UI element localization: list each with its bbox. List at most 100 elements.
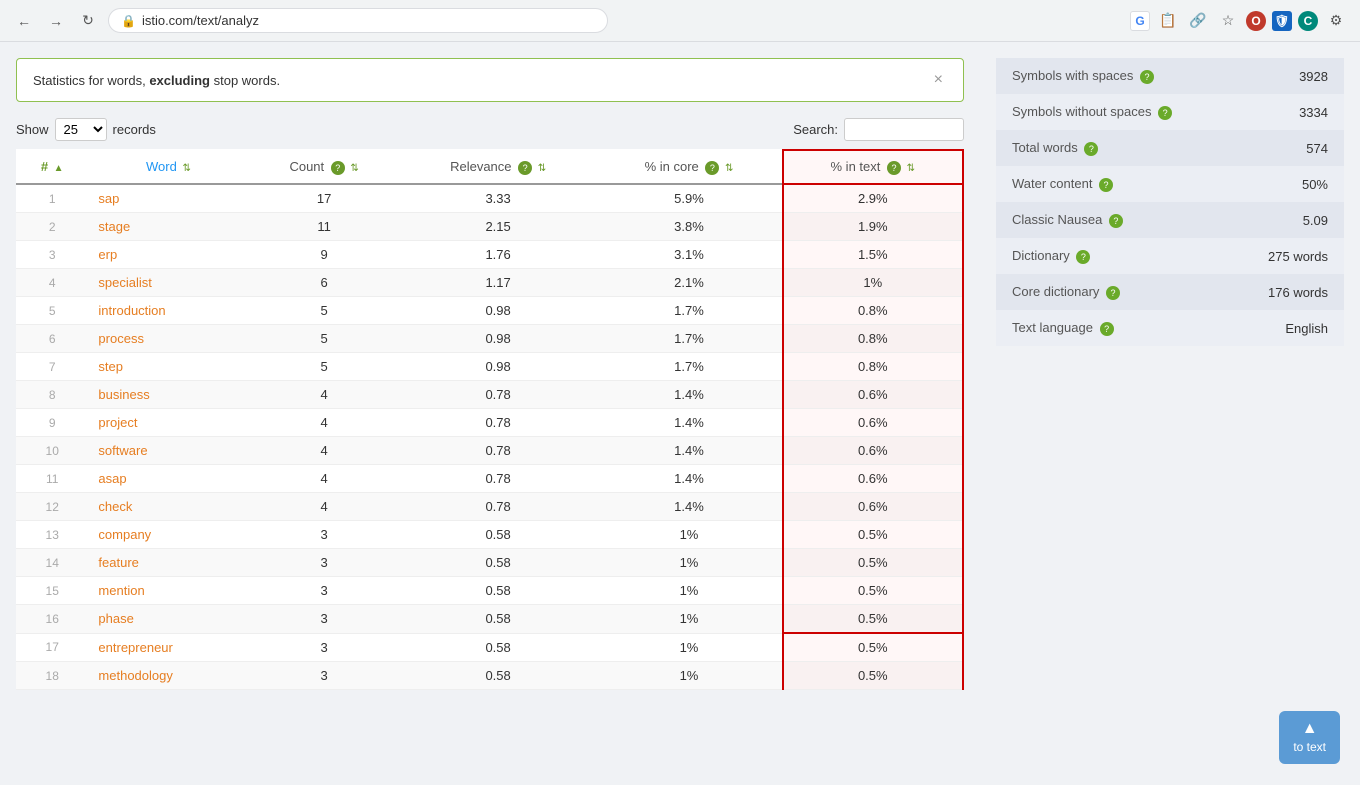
- word-cell[interactable]: methodology: [88, 662, 248, 690]
- data-cell: 10: [16, 437, 88, 465]
- col-header-num[interactable]: # ▲: [16, 150, 88, 184]
- data-cell: 0.6%: [783, 493, 963, 521]
- data-cell: 0.5%: [783, 521, 963, 549]
- data-cell: 3.33: [400, 184, 597, 213]
- forward-button[interactable]: →: [44, 9, 68, 33]
- stats-value: 275 words: [1231, 238, 1344, 274]
- back-button[interactable]: ←: [12, 9, 36, 33]
- stats-value: 50%: [1231, 166, 1344, 202]
- data-cell: 3: [248, 633, 399, 662]
- word-cell[interactable]: specialist: [88, 269, 248, 297]
- data-cell: 5: [248, 325, 399, 353]
- scroll-label: to text: [1293, 740, 1326, 754]
- search-label: Search:: [793, 122, 838, 137]
- stats-label: Water content ?: [996, 166, 1231, 202]
- data-cell: 4: [248, 409, 399, 437]
- address-bar[interactable]: 🔒 istio.com/text/analyz: [108, 8, 608, 33]
- table-row: 18methodology30.581%0.5%: [16, 662, 963, 690]
- data-cell: 5: [248, 353, 399, 381]
- data-cell: 5.9%: [596, 184, 782, 213]
- opera-ext-icon[interactable]: O: [1246, 11, 1266, 31]
- table-row: 1sap173.335.9%2.9%: [16, 184, 963, 213]
- data-cell: 0.78: [400, 465, 597, 493]
- extensions-icon[interactable]: ⚙: [1324, 9, 1348, 33]
- share-icon[interactable]: 🔗: [1186, 9, 1210, 33]
- word-cell[interactable]: company: [88, 521, 248, 549]
- relevance-help-icon[interactable]: ?: [518, 161, 532, 175]
- stats-row: Core dictionary ?176 words: [996, 274, 1344, 310]
- data-cell: 4: [248, 437, 399, 465]
- google-ext-icon[interactable]: G: [1130, 11, 1150, 31]
- table-body: 1sap173.335.9%2.9%2stage112.153.8%1.9%3e…: [16, 184, 963, 690]
- notice-close-button[interactable]: ×: [930, 71, 947, 89]
- word-cell[interactable]: sap: [88, 184, 248, 213]
- data-cell: 1%: [596, 577, 782, 605]
- c-ext-icon[interactable]: C: [1298, 11, 1318, 31]
- data-cell: 8: [16, 381, 88, 409]
- records-select[interactable]: 25 10 50 100: [55, 118, 107, 141]
- col-header-count[interactable]: Count ? ⇅: [248, 150, 399, 184]
- data-cell: 0.58: [400, 633, 597, 662]
- word-cell[interactable]: step: [88, 353, 248, 381]
- table-controls: Show 25 10 50 100 records Search:: [16, 118, 964, 141]
- table-row: 10software40.781.4%0.6%: [16, 437, 963, 465]
- browser-chrome: ← → ↻ 🔒 istio.com/text/analyz G 📋 🔗 ☆ O …: [0, 0, 1360, 42]
- scroll-arrow-icon: ▲: [1302, 721, 1318, 737]
- col-header-word[interactable]: Word ⇅: [88, 150, 248, 184]
- data-cell: 0.58: [400, 577, 597, 605]
- data-cell: 15: [16, 577, 88, 605]
- reload-button[interactable]: ↻: [76, 9, 100, 33]
- data-cell: 0.58: [400, 549, 597, 577]
- data-cell: 3.8%: [596, 213, 782, 241]
- data-cell: 0.8%: [783, 297, 963, 325]
- data-cell: 1.7%: [596, 325, 782, 353]
- table-row: 16phase30.581%0.5%: [16, 605, 963, 634]
- word-cell[interactable]: asap: [88, 465, 248, 493]
- notice-text: Statistics for words, excluding stop wor…: [33, 73, 280, 88]
- word-cell[interactable]: process: [88, 325, 248, 353]
- lock-icon: 🔒: [121, 14, 136, 28]
- data-cell: 4: [16, 269, 88, 297]
- stats-row: Symbols with spaces ?3928: [996, 58, 1344, 94]
- stats-label: Symbols without spaces ?: [996, 94, 1231, 130]
- col-header-relevance[interactable]: Relevance ? ⇅: [400, 150, 597, 184]
- word-cell[interactable]: software: [88, 437, 248, 465]
- word-cell[interactable]: introduction: [88, 297, 248, 325]
- data-cell: 3: [16, 241, 88, 269]
- data-cell: 0.78: [400, 381, 597, 409]
- data-cell: 1.4%: [596, 465, 782, 493]
- word-cell[interactable]: entrepreneur: [88, 633, 248, 662]
- scroll-to-text-button[interactable]: ▲ to text: [1279, 711, 1340, 764]
- stats-value: 5.09: [1231, 202, 1344, 238]
- data-cell: 0.78: [400, 493, 597, 521]
- stats-row: Dictionary ?275 words: [996, 238, 1344, 274]
- data-cell: 14: [16, 549, 88, 577]
- stats-table: Symbols with spaces ?3928Symbols without…: [996, 58, 1344, 346]
- word-cell[interactable]: feature: [88, 549, 248, 577]
- word-cell[interactable]: mention: [88, 577, 248, 605]
- pct-core-help-icon[interactable]: ?: [705, 161, 719, 175]
- word-cell[interactable]: erp: [88, 241, 248, 269]
- show-records-control: Show 25 10 50 100 records: [16, 118, 156, 141]
- word-cell[interactable]: phase: [88, 605, 248, 634]
- col-header-pct-text[interactable]: % in text ? ⇅: [783, 150, 963, 184]
- data-cell: 1%: [596, 633, 782, 662]
- pct-text-help-icon[interactable]: ?: [887, 161, 901, 175]
- data-cell: 0.58: [400, 521, 597, 549]
- word-cell[interactable]: business: [88, 381, 248, 409]
- data-cell: 7: [16, 353, 88, 381]
- shield-ext-icon[interactable]: 🛡: [1272, 11, 1292, 31]
- col-header-pct-core[interactable]: % in core ? ⇅: [596, 150, 782, 184]
- data-cell: 0.5%: [783, 605, 963, 634]
- bookmark-icon[interactable]: ☆: [1216, 9, 1240, 33]
- count-help-icon[interactable]: ?: [331, 161, 345, 175]
- show-label: Show: [16, 122, 49, 137]
- data-cell: 0.58: [400, 605, 597, 634]
- word-cell[interactable]: stage: [88, 213, 248, 241]
- search-input[interactable]: [844, 118, 964, 141]
- data-cell: 2.1%: [596, 269, 782, 297]
- word-cell[interactable]: project: [88, 409, 248, 437]
- screenshot-icon[interactable]: 📋: [1156, 9, 1180, 33]
- word-cell[interactable]: check: [88, 493, 248, 521]
- data-cell: 0.8%: [783, 353, 963, 381]
